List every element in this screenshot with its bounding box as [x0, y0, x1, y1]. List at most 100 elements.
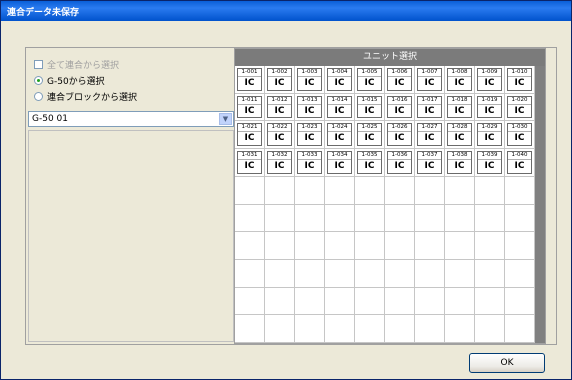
grid-cell[interactable]: 1-031 IC	[235, 149, 265, 177]
unit-tile[interactable]: 1-028 IC	[447, 123, 472, 147]
grid-cell[interactable]: 1-011 IC	[235, 93, 265, 122]
grid-cell[interactable]: 1-002 IC	[265, 66, 295, 94]
grid-cell[interactable]	[385, 287, 415, 316]
grid-cell[interactable]	[325, 176, 355, 205]
option-linked-block[interactable]: 連合ブロックから選択	[34, 90, 137, 103]
grid-cell[interactable]	[415, 287, 445, 316]
grid-cell[interactable]: 1-007 IC	[415, 66, 445, 94]
grid-cell[interactable]	[415, 204, 445, 233]
grid-cell[interactable]	[235, 176, 265, 205]
grid-cell[interactable]: 1-029 IC	[475, 121, 505, 150]
grid-cell[interactable]	[445, 315, 475, 343]
grid-cell[interactable]	[235, 259, 265, 288]
unit-tile[interactable]: 1-034 IC	[327, 151, 352, 174]
unit-tile[interactable]: 1-003 IC	[297, 68, 322, 91]
grid-cell[interactable]	[505, 204, 535, 233]
title-bar[interactable]: 連合データ未保存	[1, 1, 571, 21]
unit-tile[interactable]: 1-013 IC	[297, 95, 322, 119]
grid-cell[interactable]: 1-020 IC	[505, 93, 535, 122]
grid-cell[interactable]	[265, 232, 295, 260]
unit-tile[interactable]: 1-009 IC	[477, 68, 502, 91]
grid-cell[interactable]: 1-010 IC	[505, 66, 535, 94]
grid-cell[interactable]	[415, 259, 445, 288]
grid-cell[interactable]: 1-001 IC	[235, 66, 265, 94]
unit-tile[interactable]: 1-010 IC	[507, 68, 532, 91]
grid-cell[interactable]: 1-003 IC	[295, 66, 325, 94]
unit-tile[interactable]: 1-004 IC	[327, 68, 352, 91]
grid-cell[interactable]	[265, 176, 295, 205]
grid-cell[interactable]	[415, 176, 445, 205]
unit-tile[interactable]: 1-021 IC	[237, 123, 262, 147]
unit-tile[interactable]: 1-012 IC	[267, 95, 292, 119]
unit-tile[interactable]: 1-006 IC	[387, 68, 412, 91]
unit-tile[interactable]: 1-023 IC	[297, 123, 322, 147]
grid-cell[interactable]	[325, 232, 355, 260]
unit-tile[interactable]: 1-037 IC	[417, 151, 442, 174]
grid-cell[interactable]: 1-024 IC	[325, 121, 355, 150]
unit-tile[interactable]: 1-015 IC	[357, 95, 382, 119]
grid-cell[interactable]: 1-018 IC	[445, 93, 475, 122]
unit-tile[interactable]: 1-001 IC	[237, 68, 262, 91]
unit-tile[interactable]: 1-029 IC	[477, 123, 502, 147]
grid-cell[interactable]: 1-035 IC	[355, 149, 385, 177]
grid-cell[interactable]	[295, 176, 325, 205]
grid-cell[interactable]	[235, 315, 265, 343]
grid-cell[interactable]	[355, 259, 385, 288]
grid-cell[interactable]	[445, 259, 475, 288]
grid-cell[interactable]: 1-039 IC	[475, 149, 505, 177]
unit-tile[interactable]: 1-018 IC	[447, 95, 472, 119]
grid-cell[interactable]	[385, 176, 415, 205]
unit-tile[interactable]: 1-020 IC	[507, 95, 532, 119]
unit-tile[interactable]: 1-039 IC	[477, 151, 502, 174]
grid-scrollbar[interactable]	[535, 66, 545, 343]
grid-cell[interactable]	[235, 232, 265, 260]
unit-tile[interactable]: 1-005 IC	[357, 68, 382, 91]
grid-cell[interactable]	[415, 232, 445, 260]
unit-tile[interactable]: 1-027 IC	[417, 123, 442, 147]
grid-cell[interactable]: 1-030 IC	[505, 121, 535, 150]
grid-cell[interactable]	[505, 315, 535, 343]
grid-cell[interactable]: 1-005 IC	[355, 66, 385, 94]
grid-cell[interactable]	[265, 259, 295, 288]
grid-cell[interactable]: 1-026 IC	[385, 121, 415, 150]
unit-tile[interactable]: 1-017 IC	[417, 95, 442, 119]
grid-cell[interactable]	[295, 259, 325, 288]
grid-cell[interactable]	[235, 204, 265, 233]
unit-tile[interactable]: 1-030 IC	[507, 123, 532, 147]
grid-cell[interactable]: 1-015 IC	[355, 93, 385, 122]
grid-cell[interactable]	[295, 204, 325, 233]
grid-cell[interactable]	[355, 287, 385, 316]
grid-cell[interactable]: 1-022 IC	[265, 121, 295, 150]
controller-select[interactable]: G-50 01 ▼	[28, 111, 234, 127]
unit-tile[interactable]: 1-016 IC	[387, 95, 412, 119]
grid-cell[interactable]: 1-009 IC	[475, 66, 505, 94]
grid-cell[interactable]	[475, 315, 505, 343]
grid-cell[interactable]	[445, 232, 475, 260]
unit-tile[interactable]: 1-014 IC	[327, 95, 352, 119]
unit-tile[interactable]: 1-038 IC	[447, 151, 472, 174]
grid-cell[interactable]	[325, 287, 355, 316]
grid-cell[interactable]	[385, 232, 415, 260]
unit-tile[interactable]: 1-031 IC	[237, 151, 262, 174]
grid-cell[interactable]	[265, 287, 295, 316]
option-g50[interactable]: G-50から選択	[34, 74, 105, 87]
unit-tile[interactable]: 1-033 IC	[297, 151, 322, 174]
grid-cell[interactable]: 1-006 IC	[385, 66, 415, 94]
grid-cell[interactable]	[475, 287, 505, 316]
grid-cell[interactable]	[385, 315, 415, 343]
grid-cell[interactable]	[235, 287, 265, 316]
unit-tile[interactable]: 1-032 IC	[267, 151, 292, 174]
unit-tile[interactable]: 1-026 IC	[387, 123, 412, 147]
grid-cell[interactable]	[295, 232, 325, 260]
grid-cell[interactable]	[475, 204, 505, 233]
grid-cell[interactable]	[355, 232, 385, 260]
grid-cell[interactable]: 1-038 IC	[445, 149, 475, 177]
grid-cell[interactable]	[505, 176, 535, 205]
grid-cell[interactable]	[325, 204, 355, 233]
grid-cell[interactable]: 1-012 IC	[265, 93, 295, 122]
unit-tile[interactable]: 1-025 IC	[357, 123, 382, 147]
unit-tile[interactable]: 1-022 IC	[267, 123, 292, 147]
ok-button[interactable]: OK	[469, 353, 545, 373]
grid-cell[interactable]	[505, 287, 535, 316]
grid-cell[interactable]	[385, 204, 415, 233]
